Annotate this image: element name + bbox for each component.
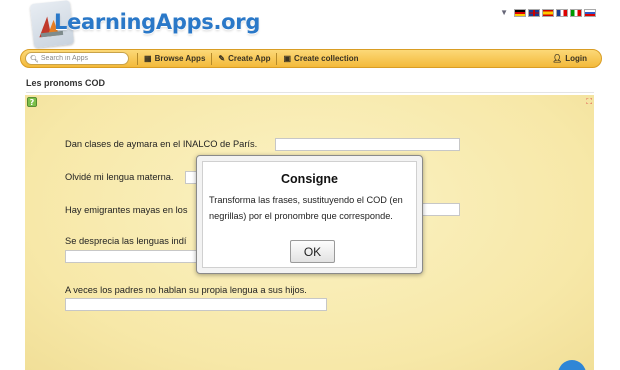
create-collection-button[interactable]: ▣ Create collection [283,54,358,63]
page-title: Les pronoms COD [26,78,106,88]
user-icon: 👤︎ [552,54,563,63]
browse-apps-button[interactable]: ▦ Browse Apps [144,54,205,63]
sentence-1: Dan clases de aymara en el INALCO de Par… [65,139,258,149]
dialog-title: Consigne [281,172,338,186]
svg-text:?: ? [30,98,35,107]
flag-it-icon[interactable] [570,8,582,17]
create-app-button[interactable]: ✎ Create App [218,54,270,63]
help-icon[interactable]: ? [27,97,37,107]
learningapps-page: LearningApps.org ▼ 🔍︎ ▦ Browse Apps ✎ Cr… [0,0,620,370]
answer-field-4[interactable] [65,250,205,263]
fullscreen-icon[interactable]: ⛶ [586,97,592,107]
browse-apps-label: Browse Apps [154,54,206,63]
sentence-2: Olvidé mi lengua materna. [65,172,174,182]
login-button[interactable]: 👤︎ Login [552,54,587,63]
collection-icon: ▣ [283,54,292,63]
flag-de-icon[interactable] [514,8,526,17]
chevron-down-icon[interactable]: ▼ [500,8,508,17]
divider [26,92,594,93]
flag-gb-icon[interactable] [528,8,540,17]
grid-icon: ▦ [144,54,152,63]
flag-ru-icon[interactable] [584,8,596,17]
site-logo[interactable]: LearningApps.org [54,10,260,34]
answer-field-1[interactable] [275,138,460,151]
create-app-label: Create App [228,54,271,63]
language-selector[interactable]: ▼ [500,8,596,17]
dialog-message: Transforma las frases, sustituyendo el C… [209,195,403,221]
answer-field-5[interactable] [65,298,327,311]
search-box[interactable]: 🔍︎ [25,52,129,65]
sentence-3: Hay emigrantes mayas en los [65,205,188,215]
pencil-icon: ✎ [218,54,226,63]
instructions-dialog: Consigne Transforma las frases, sustituy… [196,155,423,274]
sentence-5: A veces los padres no hablan su propia l… [65,285,307,295]
sentence-4: Se desprecia las lenguas indí [65,236,187,246]
login-label: Login [565,54,587,63]
toolbar-divider [137,52,138,65]
dialog-panel: Consigne Transforma las frases, sustituy… [202,161,417,268]
answer-field-3[interactable] [422,203,460,216]
main-toolbar: 🔍︎ ▦ Browse Apps ✎ Create App ▣ Create c… [20,49,602,68]
create-collection-label: Create collection [294,54,359,63]
search-icon: 🔍︎ [30,55,39,63]
flag-fr-icon[interactable] [556,8,568,17]
toolbar-divider [276,52,278,65]
flag-es-icon[interactable] [542,8,554,17]
toolbar-divider [211,52,213,65]
ok-button[interactable]: OK [290,240,335,263]
search-input[interactable] [40,55,127,62]
